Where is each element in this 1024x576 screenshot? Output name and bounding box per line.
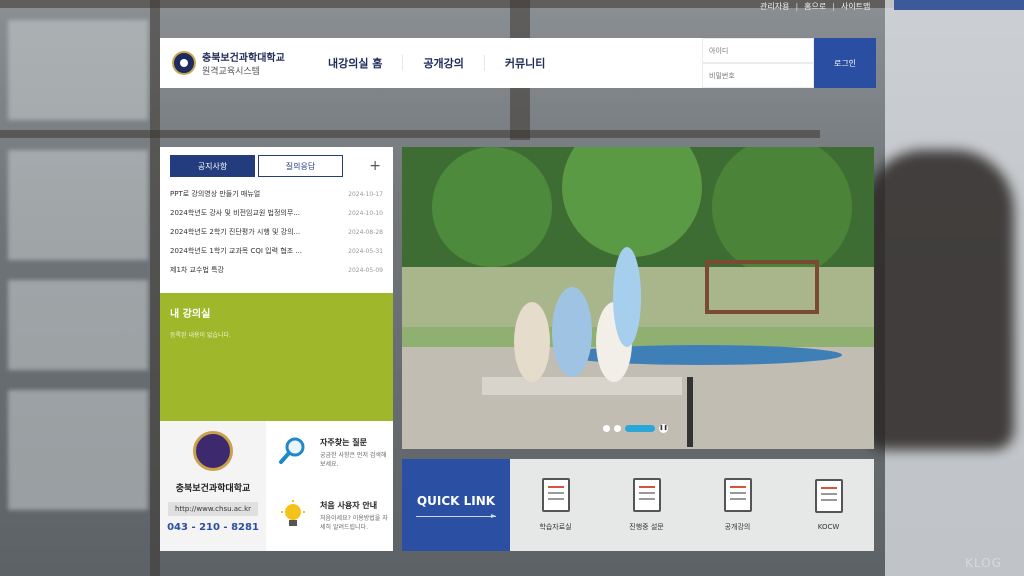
main-nav: 내강의실 홈 공개강의 커뮤니티 (308, 38, 565, 88)
quick-link-items: 학습자료실 진행중 설문 공개강의 KOCW (510, 459, 874, 551)
notice-title: 2024학년도 강사 및 비전임교원 법정의무... (170, 209, 300, 217)
quick-item-label: 학습자료실 (539, 523, 572, 531)
window-pane (8, 280, 148, 370)
window-pane (8, 20, 148, 120)
list-item[interactable]: 2024학년도 1학기 교과목 CQI 입력 협조 ... 2024-05-31 (170, 242, 383, 261)
school-url[interactable]: http://www.chsu.ac.kr (168, 502, 258, 516)
pause-icon[interactable]: ❚❚ (659, 424, 668, 433)
document-pencil-icon (541, 478, 570, 512)
lightbulb-icon (281, 500, 305, 526)
notice-date: 2024-05-31 (348, 248, 383, 255)
frame-horizontal (0, 130, 820, 138)
quick-item-materials[interactable]: 학습자료실 (510, 459, 601, 551)
list-item[interactable]: 2024학년도 2학기 진단평가 시행 및 강의... 2024-08-28 (170, 223, 383, 242)
school-tel: 043 - 210 - 8281 (167, 522, 259, 533)
notice-title: 제1차 교수법 특강 (170, 266, 224, 274)
quick-link-label: QUICK LINK (402, 459, 510, 551)
video-document-icon (723, 478, 752, 512)
guide-desc: 처음이세요? 이용방법을 자세히 알려드립니다. (320, 515, 388, 531)
nav-community[interactable]: 커뮤니티 (485, 55, 565, 71)
quick-item-label: KOCW (817, 523, 840, 531)
id-input[interactable] (702, 38, 814, 63)
guide-item[interactable]: 처음 사용자 안내 처음이세요? 이용방법을 자세히 알려드립니다. (266, 486, 393, 551)
list-item[interactable]: 2024학년도 강사 및 비전임교원 법정의무... 2024-10-10 (170, 204, 383, 223)
nav-my-classroom[interactable]: 내강의실 홈 (308, 55, 404, 71)
quick-item-label: 진행중 설문 (629, 523, 664, 531)
faq-item[interactable]: 자주찾는 질문 궁금한 사항은 먼저 검색해 보세요. (266, 421, 393, 486)
quick-item-survey[interactable]: 진행중 설문 (601, 459, 692, 551)
notice-date: 2024-05-09 (348, 267, 383, 274)
system-name: 원격교육시스템 (202, 67, 260, 77)
my-lecture-empty: 등록된 내용이 없습니다. (170, 332, 231, 339)
quick-item-open-lecture[interactable]: 공개강의 (692, 459, 783, 551)
list-item[interactable]: PPT로 강의영상 만들기 매뉴얼 2024-10-17 (170, 185, 383, 204)
faq-title: 자주찾는 질문 (320, 438, 367, 447)
help-panel: 자주찾는 질문 궁금한 사항은 먼저 검색해 보세요. 처음 사용자 안내 처음… (266, 421, 393, 551)
password-input[interactable] (702, 63, 814, 88)
window-pane (8, 390, 148, 510)
top-accent-bar (894, 0, 1024, 10)
login-button[interactable]: 로그인 (814, 38, 876, 88)
slide-dot-active[interactable] (625, 425, 655, 432)
nav-open-lecture[interactable]: 공개강의 (403, 55, 485, 71)
school-emblem-icon (193, 431, 233, 471)
more-plus-icon[interactable]: + (369, 155, 383, 177)
notice-date: 2024-10-10 (348, 210, 383, 217)
logo-text: 충북보건과학대학교 원격교육시스템 (202, 49, 285, 77)
globe-book-icon (814, 479, 843, 513)
banner-controls: ❚❚ (603, 424, 668, 433)
slide-dot[interactable] (614, 425, 621, 432)
school-emblem-icon (172, 51, 196, 75)
top-links: 관리자용 | 홈으로 | 사이트맵 (760, 0, 870, 12)
search-icon (279, 437, 305, 464)
quick-link-title: QUICK LINK (416, 493, 496, 508)
school-info-name: 충북보건과학대학교 (175, 484, 251, 494)
slide-dot[interactable] (603, 425, 610, 432)
my-lecture-panel: 내 강의실 등록된 내용이 없습니다. (160, 293, 393, 421)
notice-title: PPT로 강의영상 만들기 매뉴얼 (170, 190, 261, 198)
watermark: KLOG (965, 556, 1002, 570)
home-link[interactable]: 홈으로 (804, 1, 826, 12)
notice-list: PPT로 강의영상 만들기 매뉴얼 2024-10-17 2024학년도 강사 및… (170, 185, 383, 280)
logo[interactable]: 충북보건과학대학교 원격교육시스템 (160, 49, 300, 77)
list-item[interactable]: 제1차 교수법 특강 2024-05-09 (170, 261, 383, 280)
clipboard-icon (632, 478, 661, 512)
main-banner (402, 147, 874, 449)
frame-vertical (150, 0, 160, 576)
separator: | (795, 1, 799, 11)
school-info: 충북보건과학대학교 http://www.chsu.ac.kr 043 - 21… (160, 421, 266, 551)
arrow-right-icon (416, 513, 496, 518)
admin-link[interactable]: 관리자용 (760, 1, 789, 12)
sitemap-link[interactable]: 사이트맵 (841, 1, 870, 12)
tab-notice[interactable]: 공지사항 (170, 155, 255, 177)
notice-date: 2024-10-17 (348, 191, 383, 198)
my-lecture-title: 내 강의실 (170, 309, 211, 320)
header: 충북보건과학대학교 원격교육시스템 내강의실 홈 공개강의 커뮤니티 로그인 (160, 38, 876, 88)
notice-tabs: 공지사항 질의응답 + (170, 155, 383, 177)
campus-photo (402, 147, 874, 449)
faq-desc: 궁금한 사항은 먼저 검색해 보세요. (320, 452, 387, 468)
login-fields (702, 38, 814, 88)
separator: | (832, 1, 835, 11)
quick-item-label: 공개강의 (724, 523, 751, 531)
guide-title: 처음 사용자 안내 (320, 501, 378, 510)
quick-link: QUICK LINK 학습자료실 진행중 설문 공개강의 KOCW (402, 459, 874, 551)
notice-title: 2024학년도 2학기 진단평가 시행 및 강의... (170, 228, 301, 236)
notice-board: 공지사항 질의응답 + PPT로 강의영상 만들기 매뉴얼 2024-10-17 … (160, 147, 393, 293)
school-name: 충북보건과학대학교 (202, 53, 285, 64)
notice-date: 2024-08-28 (348, 229, 383, 236)
tab-qna[interactable]: 질의응답 (258, 155, 343, 177)
quick-item-kocw[interactable]: KOCW (783, 459, 874, 551)
notice-title: 2024학년도 1학기 교과목 CQI 입력 협조 ... (170, 247, 303, 255)
window-pane (8, 150, 148, 260)
background-person (864, 150, 1014, 450)
